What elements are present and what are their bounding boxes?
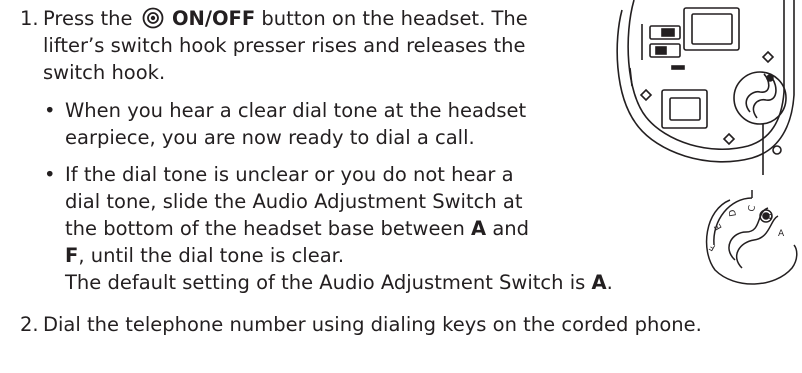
audio-adjustment-switch-zoom: A B C D E F (705, 190, 798, 285)
dial-letter: D (728, 209, 739, 218)
dial-letter: F (708, 241, 717, 252)
dial-letter: A (778, 229, 785, 239)
step-number: 1. (20, 7, 39, 30)
dial-letter: E (713, 221, 725, 231)
step1-line2: lifter’s switch hook presser rises and r… (43, 34, 526, 57)
bullet-marker: • (44, 163, 56, 186)
headset-base-bottom-illustration (616, 0, 795, 175)
bullet2-line2: dial tone, slide the Audio Adjustment Sw… (65, 190, 523, 213)
bullet1-line2: earpiece, you are now ready to dial a ca… (65, 126, 475, 149)
step1-post: button on the headset. The (261, 7, 528, 30)
step1-pre: Press the (43, 7, 133, 30)
step1-line3: switch hook. (43, 61, 166, 84)
bullet2-line4: F, until the dial tone is clear. (65, 243, 344, 269)
instruction-page: 1. Press the ON/OFF button on the headse… (0, 0, 802, 373)
letter-f: F (65, 244, 79, 267)
default-setting-text: The default setting of the Audio Adjustm… (65, 271, 586, 294)
and-text: and (492, 217, 529, 240)
bullet2-line1: If the dial tone is unclear or you do no… (65, 163, 514, 186)
bullet2-line3: the bottom of the headset base between A… (65, 216, 529, 242)
step1-line1: Press the ON/OFF button on the headset. … (43, 6, 528, 32)
bullet2-line4-text: , until the dial tone is clear. (78, 244, 345, 267)
bullet2-line3-text: the bottom of the headset base between (65, 217, 465, 240)
dial-letter: C (747, 205, 758, 213)
letter-a: A (471, 217, 487, 240)
default-letter: A (591, 271, 607, 294)
power-button-icon (142, 7, 164, 29)
step2-text: Dial the telephone number using dialing … (43, 313, 702, 336)
step-number: 2. (20, 313, 39, 336)
period: . (606, 271, 613, 294)
button-name: ON/OFF (171, 7, 256, 30)
bullet1-line1: When you hear a clear dial tone at the h… (65, 99, 527, 122)
bullet-marker: • (44, 99, 56, 122)
bullet2-line5: The default setting of the Audio Adjustm… (65, 270, 613, 296)
